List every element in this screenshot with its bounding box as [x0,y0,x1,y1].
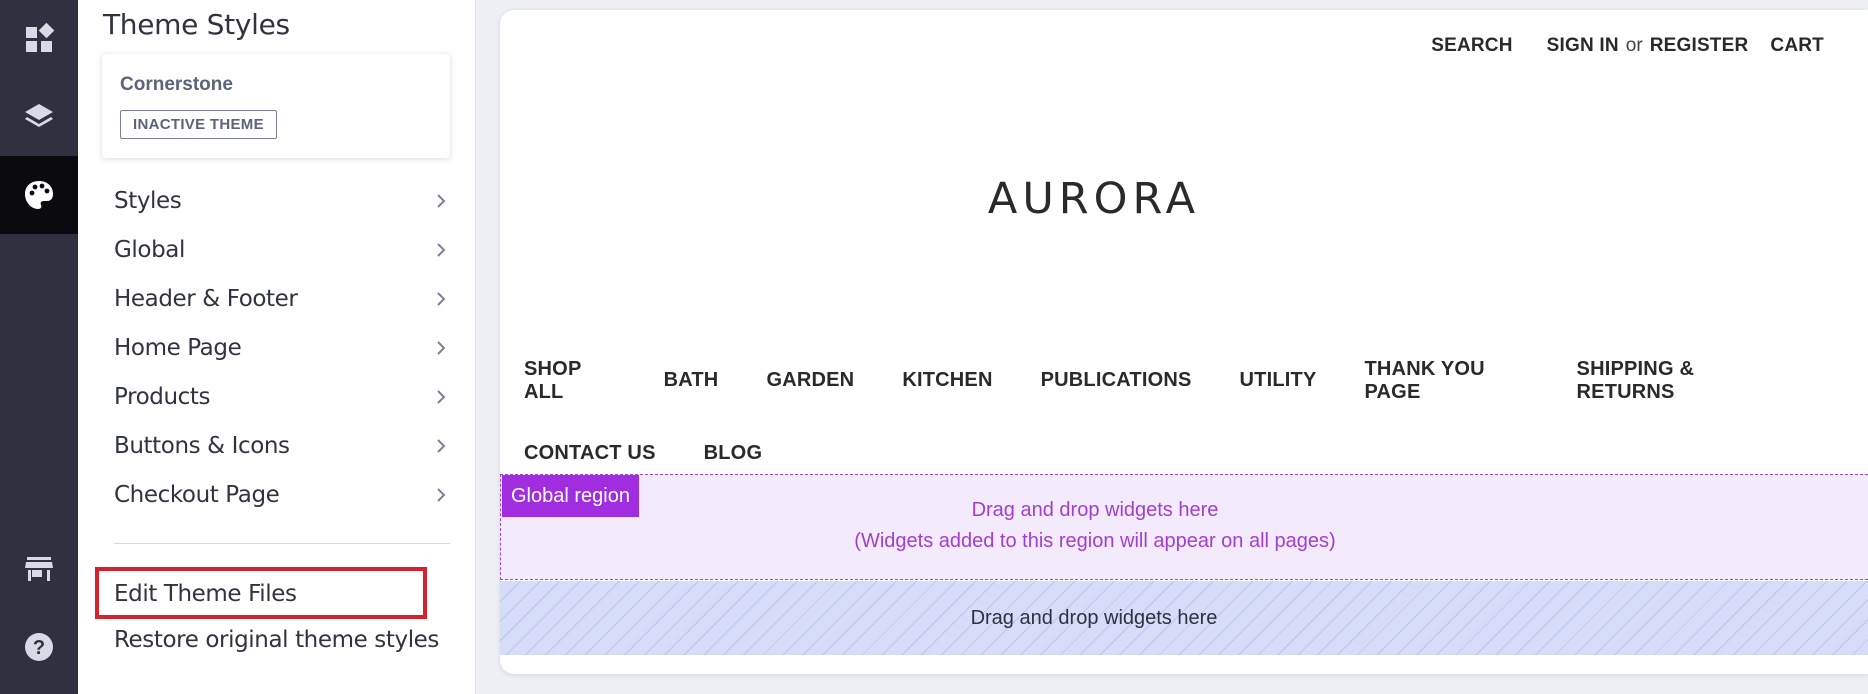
channels-button[interactable] [0,78,78,156]
theme-styles-panel: Theme Styles Cornerstone INACTIVE THEME … [78,0,476,694]
register-link[interactable]: REGISTER [1650,35,1749,57]
menu-item-global[interactable]: Global [114,225,450,274]
menu-item-products[interactable]: Products [114,372,450,421]
theme-name: Cornerstone [120,74,233,95]
nav-item-kitchen[interactable]: KITCHEN [902,369,992,392]
menu-item-label: Products [114,383,211,410]
page-title: Theme Styles [103,8,290,41]
layers-icon [25,104,53,127]
menu-item-label: Buttons & Icons [114,432,290,459]
search-link[interactable]: SEARCH [1431,35,1512,57]
theme-styles-menu: Styles Global Header & Footer Home Page … [114,176,450,519]
nav-item-publications[interactable]: PUBLICATIONS [1041,369,1192,392]
menu-item-label: Checkout Page [114,481,280,508]
category-nav: SHOP ALL BATH GARDEN KITCHEN PUBLICATION… [524,344,1824,490]
theme-card: Cornerstone INACTIVE THEME [102,54,450,158]
menu-item-label: Global [114,236,185,263]
dropzone-text: Drag and drop widgets here [971,499,1219,521]
status-badge: INACTIVE THEME [120,110,277,139]
icon-rail: ? [0,0,78,694]
dashboard-button[interactable] [0,0,78,78]
palette-icon [25,181,53,209]
chevron-right-icon [437,291,446,306]
global-region-dropzone[interactable]: Global region Drag and drop widgets here… [500,474,1868,580]
help-icon: ? [25,633,53,661]
nav-item-shop-all[interactable]: SHOP ALL [524,358,616,404]
dropzone-text: Drag and drop widgets here [970,607,1218,629]
menu-item-label: Styles [114,187,182,214]
storefront-button[interactable] [0,530,78,608]
svg-text:?: ? [33,637,45,659]
chevron-right-icon [437,389,446,404]
chevron-right-icon [437,242,446,257]
chevron-right-icon [437,438,446,453]
cart-link[interactable]: CART [1770,35,1824,57]
menu-item-label: Header & Footer [114,285,298,312]
edit-theme-files-link[interactable]: Edit Theme Files [95,567,427,619]
widget-dropzone[interactable]: Drag and drop widgets here [500,581,1868,655]
chevron-right-icon [437,193,446,208]
menu-item-home-page[interactable]: Home Page [114,323,450,372]
sign-in-link[interactable]: SIGN IN [1547,35,1619,57]
nav-item-contact-us[interactable]: CONTACT US [524,442,656,465]
edit-theme-files-label: Edit Theme Files [114,581,297,607]
store-logo[interactable]: AURORA [500,174,1688,224]
nav-item-utility[interactable]: UTILITY [1240,369,1317,392]
chevron-right-icon [437,340,446,355]
nav-item-blog[interactable]: BLOG [704,442,763,465]
menu-item-checkout-page[interactable]: Checkout Page [114,470,450,519]
theme-styles-button[interactable] [0,156,78,234]
chevron-right-icon [437,487,446,502]
menu-item-label: Home Page [114,334,242,361]
nav-item-garden[interactable]: GARDEN [766,369,854,392]
dropzone-hint: (Widgets added to this region will appea… [854,530,1336,552]
menu-item-header-footer[interactable]: Header & Footer [114,274,450,323]
store-top-nav: SEARCH SIGN IN or REGISTER CART [1431,35,1824,57]
divider [114,543,450,544]
nav-item-thank-you-page[interactable]: THANK YOU PAGE [1364,358,1528,404]
nav-item-bath[interactable]: BATH [664,369,719,392]
menu-item-buttons-icons[interactable]: Buttons & Icons [114,421,450,470]
category-row: SHOP ALL BATH GARDEN KITCHEN PUBLICATION… [524,344,1824,417]
help-button[interactable]: ? [0,608,78,686]
storefront-preview: SEARCH SIGN IN or REGISTER CART AURORA S… [500,10,1868,674]
storefront-icon [25,557,53,581]
menu-item-styles[interactable]: Styles [114,176,450,225]
nav-item-shipping-returns[interactable]: SHIPPING & RETURNS [1577,358,1776,404]
or-text: or [1625,35,1643,56]
restore-theme-styles-link[interactable]: Restore original theme styles [114,627,439,653]
dashboard-icon [26,22,55,52]
